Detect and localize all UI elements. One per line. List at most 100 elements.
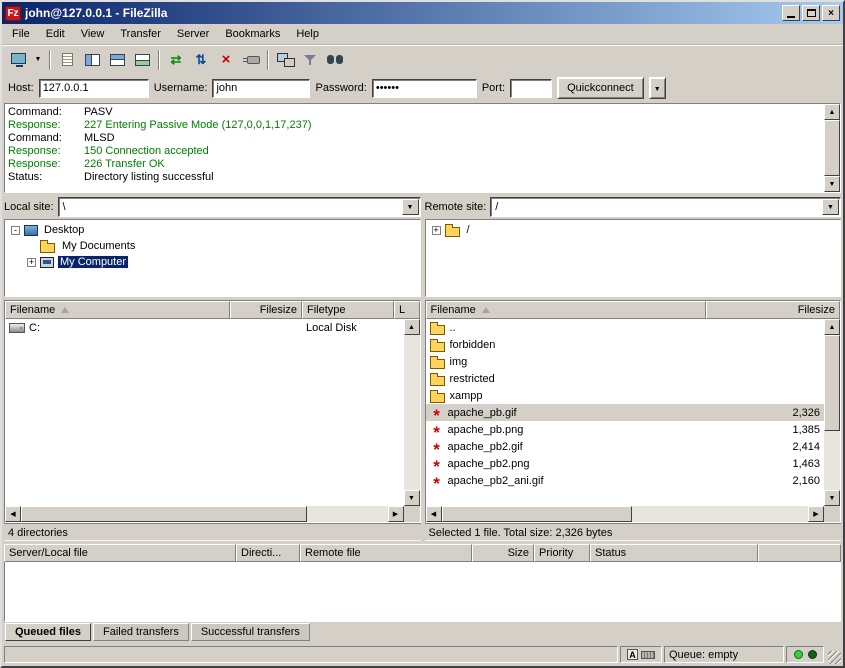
scroll-down-button[interactable]: ▼ <box>824 490 840 506</box>
header-direction[interactable]: Directi... <box>236 544 300 562</box>
log-scrollbar[interactable]: ▲ ▼ <box>824 104 840 192</box>
username-input[interactable] <box>212 79 310 98</box>
remote-file-row[interactable]: .. <box>426 319 825 336</box>
minimize-button[interactable] <box>782 5 800 21</box>
header-filesize[interactable]: Filesize <box>706 301 841 319</box>
scrollbar-thumb[interactable] <box>824 120 840 176</box>
header-priority[interactable]: Priority <box>534 544 590 562</box>
scroll-right-button[interactable]: ▶ <box>808 506 824 522</box>
local-site-combobox[interactable]: \ ▼ <box>58 197 421 217</box>
maximize-button[interactable] <box>802 5 820 21</box>
cancel-button[interactable]: × <box>214 49 238 71</box>
disconnect-button[interactable] <box>239 49 263 71</box>
tree-item-root[interactable]: + / <box>426 222 841 238</box>
filter-button[interactable] <box>298 49 322 71</box>
tree-item-desktop[interactable]: - Desktop <box>5 222 420 238</box>
scrollbar-track[interactable] <box>404 335 420 490</box>
remote-site-combobox[interactable]: / ▼ <box>490 197 841 217</box>
menu-view[interactable]: View <box>73 25 113 43</box>
menu-transfer[interactable]: Transfer <box>112 25 169 43</box>
remote-list-hscrollbar[interactable]: ◀ ▶ <box>426 506 825 522</box>
scroll-down-button[interactable]: ▼ <box>404 490 420 506</box>
scroll-left-button[interactable]: ◀ <box>5 506 21 522</box>
menu-server[interactable]: Server <box>169 25 217 43</box>
header-last-modified[interactable]: L <box>394 301 420 319</box>
remote-file-row-selected[interactable]: *apache_pb.gif 2,326 <box>426 404 825 421</box>
host-input[interactable] <box>39 79 149 98</box>
scroll-up-button[interactable]: ▲ <box>824 104 840 120</box>
toggle-local-tree-button[interactable] <box>80 49 104 71</box>
local-list-vscrollbar[interactable]: ▲ ▼ <box>404 319 420 506</box>
menu-edit[interactable]: Edit <box>38 25 73 43</box>
password-input[interactable] <box>372 79 477 98</box>
tree-item-my-documents[interactable]: My Documents <box>5 238 420 254</box>
scroll-right-button[interactable]: ▶ <box>388 506 404 522</box>
remote-file-row[interactable]: xampp <box>426 387 825 404</box>
queue-list[interactable] <box>4 562 841 622</box>
port-input[interactable] <box>510 79 552 98</box>
quickconnect-button[interactable]: Quickconnect <box>557 77 644 99</box>
scroll-down-button[interactable]: ▼ <box>824 176 840 192</box>
tab-queued-files[interactable]: Queued files <box>5 623 91 641</box>
remote-site-dropdown-button[interactable]: ▼ <box>822 199 839 215</box>
scroll-up-button[interactable]: ▲ <box>404 319 420 335</box>
scrollbar-thumb[interactable] <box>21 506 307 522</box>
toggle-log-button[interactable] <box>55 49 79 71</box>
scrollbar-thumb[interactable] <box>442 506 633 522</box>
find-files-button[interactable] <box>323 49 347 71</box>
scrollbar-track[interactable] <box>824 120 840 176</box>
image-file-icon: * <box>430 445 444 455</box>
folder-icon <box>430 356 446 368</box>
tab-failed-transfers[interactable]: Failed transfers <box>93 623 189 641</box>
scrollbar-track[interactable] <box>824 335 840 490</box>
close-button[interactable]: × <box>822 5 840 21</box>
menu-help[interactable]: Help <box>288 25 327 43</box>
header-filetype[interactable]: Filetype <box>302 301 394 319</box>
scrollbar-track[interactable] <box>21 506 388 522</box>
remote-pane: Remote site: / ▼ + / Filename Filesize <box>425 195 842 541</box>
header-status[interactable]: Status <box>590 544 758 562</box>
remote-list-vscrollbar[interactable]: ▲ ▼ <box>824 319 840 506</box>
refresh-button[interactable]: ⇄ <box>164 49 188 71</box>
menu-file[interactable]: File <box>4 25 38 43</box>
remote-file-row[interactable]: *apache_pb2.png 1,463 <box>426 455 825 472</box>
scroll-left-button[interactable]: ◀ <box>426 506 442 522</box>
process-queue-button[interactable]: ⇅ <box>189 49 213 71</box>
header-filename[interactable]: Filename <box>426 301 706 319</box>
toolbar: ▼ ⇄ ⇅ × <box>2 45 843 73</box>
scrollbar-thumb[interactable] <box>824 335 840 431</box>
header-remote-file[interactable]: Remote file <box>300 544 472 562</box>
scroll-up-button[interactable]: ▲ <box>824 319 840 335</box>
sync-browse-button[interactable] <box>273 49 297 71</box>
expand-icon[interactable]: + <box>27 258 36 267</box>
local-list-hscrollbar[interactable]: ◀ ▶ <box>5 506 404 522</box>
scrollbar-track[interactable] <box>442 506 809 522</box>
toggle-remote-tree-button[interactable] <box>105 49 129 71</box>
username-label: Username: <box>154 82 208 94</box>
collapse-icon[interactable]: - <box>11 226 20 235</box>
quickconnect-dropdown-button[interactable]: ▼ <box>649 77 666 99</box>
tree-item-my-computer[interactable]: + My Computer <box>5 254 420 270</box>
tab-successful-transfers[interactable]: Successful transfers <box>191 623 310 641</box>
statusbar-indicators-panel: A <box>620 646 662 663</box>
host-label: Host: <box>8 82 34 94</box>
resize-grip[interactable] <box>828 651 841 664</box>
menu-bookmarks[interactable]: Bookmarks <box>217 25 288 43</box>
remote-file-row[interactable]: forbidden <box>426 336 825 353</box>
local-file-row[interactable]: C: Local Disk <box>5 319 404 336</box>
remote-file-row[interactable]: *apache_pb.png 1,385 <box>426 421 825 438</box>
site-manager-button[interactable] <box>6 49 30 71</box>
header-filename[interactable]: Filename <box>5 301 230 319</box>
header-size[interactable]: Size <box>472 544 534 562</box>
remote-file-row[interactable]: img <box>426 353 825 370</box>
remote-file-row[interactable]: *apache_pb2_ani.gif 2,160 <box>426 472 825 489</box>
expand-icon[interactable]: + <box>432 226 441 235</box>
header-server-local-file[interactable]: Server/Local file <box>4 544 236 562</box>
local-site-dropdown-button[interactable]: ▼ <box>402 199 419 215</box>
header-filesize[interactable]: Filesize <box>230 301 302 319</box>
remote-file-row[interactable]: *apache_pb2.gif 2,414 <box>426 438 825 455</box>
site-manager-dropdown-button[interactable]: ▼ <box>31 49 45 71</box>
toggle-queue-button[interactable] <box>130 49 154 71</box>
titlebar[interactable]: Fz john@127.0.0.1 - FileZilla × <box>2 2 843 24</box>
remote-file-row[interactable]: restricted <box>426 370 825 387</box>
